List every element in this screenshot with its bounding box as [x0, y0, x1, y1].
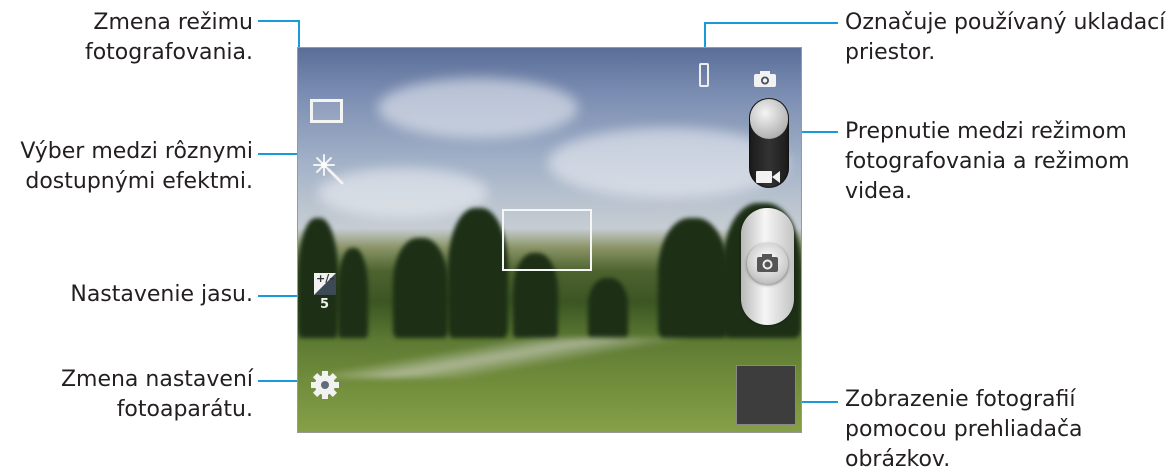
- focus-frame[interactable]: [502, 209, 592, 271]
- magic-wand-sparkle-icon[interactable]: [311, 152, 345, 186]
- camera-icon: [753, 70, 777, 88]
- magic-wand-sparkle-icon-graphic: [313, 154, 344, 185]
- tree: [338, 248, 368, 338]
- toggle-knob[interactable]: [750, 99, 788, 139]
- shutter-bar[interactable]: [741, 208, 794, 325]
- camera-icon-graphic: [754, 71, 776, 87]
- storage-label: Označuje používaný ukladací priestor.: [845, 10, 1166, 65]
- video-camera-icon-graphic: [756, 171, 780, 183]
- brightness-value: 5: [320, 297, 330, 312]
- rectangle-frame-icon[interactable]: [310, 99, 343, 123]
- exposure-icon[interactable]: +/– 5: [314, 272, 340, 313]
- gear-icon[interactable]: [310, 370, 340, 400]
- phone-storage-icon: [699, 63, 709, 87]
- shooting-mode-leader-vertical: [298, 20, 300, 50]
- storage-leader: [706, 22, 838, 24]
- video-camera-icon: [755, 169, 781, 185]
- camera-viewfinder[interactable]: +/– 5: [297, 47, 802, 433]
- camera-shutter-icon: [757, 254, 778, 272]
- settings-label: Zmena nastavení fotoaparátu.: [60, 367, 253, 422]
- brightness-label: Nastavenie jasu.: [70, 282, 253, 307]
- photo-video-switch-label: Prepnutie medzi režimom fotografovania a…: [845, 119, 1130, 204]
- gear-icon-graphic: [311, 371, 339, 399]
- exposure-box: +/–: [314, 272, 336, 295]
- path: [298, 338, 801, 378]
- tree: [393, 238, 448, 338]
- gallery-thumbnail[interactable]: [736, 365, 796, 425]
- tree: [658, 218, 728, 338]
- shutter-button[interactable]: [747, 243, 788, 284]
- shooting-mode-label: Zmena režimu fotografovania.: [84, 10, 253, 65]
- shooting-mode-leader: [258, 20, 300, 22]
- tree: [448, 208, 508, 338]
- image-viewer-label: Zobrazenie fotografií pomocou prehliadač…: [845, 387, 1083, 472]
- effects-label: Výber medzi rôznymi dostupnými efektmi.: [20, 139, 253, 194]
- tree: [588, 278, 628, 338]
- sky-cloud: [378, 78, 578, 138]
- image-viewer-leader: [796, 401, 838, 403]
- exposure-plus-minus: +/–: [316, 272, 335, 285]
